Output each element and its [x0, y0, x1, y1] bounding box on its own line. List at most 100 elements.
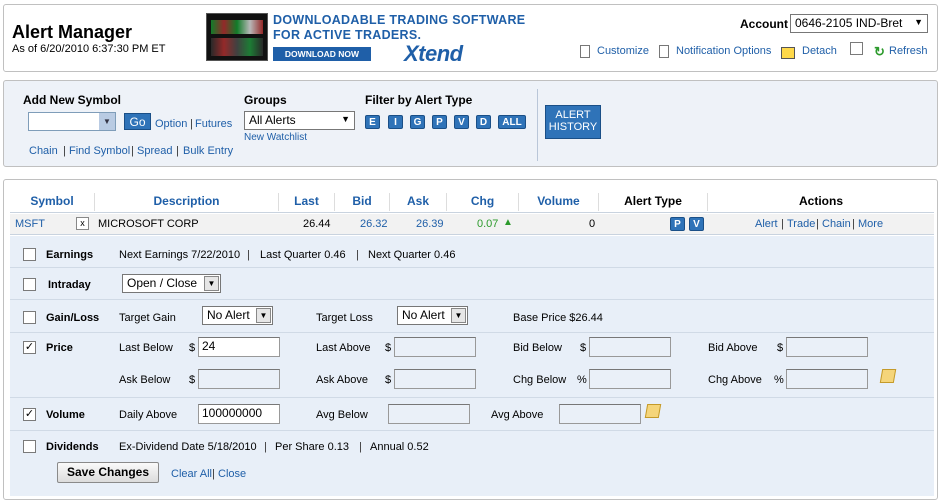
- bid-cell[interactable]: 26.32: [360, 218, 388, 230]
- customize-label: Customize: [597, 45, 649, 57]
- dollar-sign: $: [580, 342, 587, 354]
- filter-d-button[interactable]: D: [476, 115, 491, 129]
- last-quarter-text: Last Quarter 0.46: [260, 249, 346, 261]
- alert-action-link[interactable]: Alert: [755, 218, 778, 230]
- ask-below-input[interactable]: [198, 369, 280, 389]
- clear-all-link[interactable]: Clear All: [171, 468, 212, 480]
- daily-above-label: Daily Above: [119, 409, 178, 421]
- detach-checkbox[interactable]: [850, 42, 863, 55]
- col-last[interactable]: Last: [279, 191, 334, 212]
- col-description[interactable]: Description: [95, 191, 278, 212]
- chg-cell: 0.07: [477, 218, 499, 230]
- intraday-select[interactable]: Open / Close ▼: [122, 274, 221, 293]
- ask-cell[interactable]: 26.39: [416, 218, 444, 230]
- volume-label: Volume: [46, 409, 85, 421]
- volume-checkbox[interactable]: ✓: [23, 408, 36, 421]
- alert-history-button[interactable]: ALERT HISTORY: [545, 105, 601, 139]
- dollar-sign: $: [189, 342, 196, 354]
- ad-banner[interactable]: DOWNLOADABLE TRADING SOFTWARE FOR ACTIVE…: [204, 11, 525, 66]
- intraday-select-value: Open / Close: [127, 276, 198, 290]
- filter-i-button[interactable]: I: [388, 115, 403, 129]
- chevron-down-icon: ▼: [256, 308, 271, 323]
- daily-above-input[interactable]: 100000000: [198, 404, 280, 424]
- save-changes-button[interactable]: Save Changes: [57, 462, 159, 483]
- refresh-label: Refresh: [889, 45, 928, 57]
- price-checkbox[interactable]: ✓: [23, 341, 36, 354]
- chg-above-input[interactable]: [786, 369, 868, 389]
- dollar-sign: $: [777, 342, 784, 354]
- last-above-input[interactable]: [394, 337, 476, 357]
- divider: |: [190, 118, 193, 130]
- intraday-checkbox[interactable]: [23, 278, 36, 291]
- col-volume[interactable]: Volume: [519, 191, 598, 212]
- alert-details: Earnings Next Earnings 7/22/2010 | Last …: [10, 236, 934, 496]
- bid-above-input[interactable]: [786, 337, 868, 357]
- bid-below-input[interactable]: [589, 337, 671, 357]
- filter-v-button[interactable]: V: [454, 115, 469, 129]
- dollar-sign: $: [189, 374, 196, 386]
- more-action-link[interactable]: More: [858, 218, 883, 230]
- symbol-link[interactable]: MSFT: [15, 218, 45, 230]
- price-row: ✓ Price Last Below $ 24 Last Above $ Bid…: [10, 334, 934, 398]
- filter-g-button[interactable]: G: [410, 115, 425, 129]
- spread-link[interactable]: Spread: [137, 145, 172, 157]
- futures-link[interactable]: Futures: [195, 118, 232, 130]
- chg-below-label: Chg Below: [513, 374, 567, 386]
- dividends-checkbox[interactable]: [23, 440, 36, 453]
- percent-sign: %: [774, 374, 784, 386]
- divider: |: [359, 441, 362, 453]
- option-link[interactable]: Option: [155, 118, 187, 130]
- notification-options-label: Notification Options: [676, 45, 772, 57]
- ad-screen-image: [206, 13, 268, 61]
- col-symbol[interactable]: Symbol: [10, 191, 94, 212]
- chevron-down-icon[interactable]: ▼: [99, 113, 115, 130]
- ad-line1: DOWNLOADABLE TRADING SOFTWARE: [273, 13, 526, 27]
- filter-all-button[interactable]: ALL: [498, 115, 526, 129]
- col-bid[interactable]: Bid: [335, 191, 389, 212]
- chain-action-link[interactable]: Chain: [822, 218, 851, 230]
- go-button[interactable]: Go: [124, 113, 151, 130]
- col-actions: Actions: [798, 194, 843, 208]
- alert-type-v-badge[interactable]: V: [689, 217, 704, 231]
- chg-below-input[interactable]: [589, 369, 671, 389]
- bulk-entry-link[interactable]: Bulk Entry: [183, 145, 233, 157]
- edit-note-icon[interactable]: [644, 404, 662, 418]
- account-select[interactable]: 0646-2105 IND-Bret ▼: [790, 14, 928, 33]
- col-chg[interactable]: Chg: [447, 191, 518, 212]
- divider: |: [781, 218, 784, 230]
- bid-above-label: Bid Above: [708, 342, 758, 354]
- target-gain-select[interactable]: No Alert ▼: [202, 306, 273, 325]
- ad-download-button[interactable]: DOWNLOAD NOW: [273, 47, 371, 61]
- avg-below-input[interactable]: [388, 404, 470, 424]
- ex-dividend-text: Ex-Dividend Date 5/18/2010: [119, 441, 257, 453]
- close-link[interactable]: Close: [218, 468, 246, 480]
- chain-link[interactable]: Chain: [29, 145, 58, 157]
- filter-e-button[interactable]: E: [365, 115, 380, 129]
- last-below-input[interactable]: 24: [198, 337, 280, 357]
- find-symbol-link[interactable]: Find Symbol: [69, 145, 130, 157]
- divider: |: [176, 145, 179, 157]
- filter-p-button[interactable]: P: [432, 115, 447, 129]
- divider: |: [131, 145, 134, 157]
- table-header: Symbol Description Last Bid Ask Chg Volu…: [10, 191, 934, 213]
- avg-above-label: Avg Above: [491, 409, 544, 421]
- earnings-checkbox[interactable]: [23, 248, 36, 261]
- avg-above-input[interactable]: [559, 404, 641, 424]
- detach-label: Detach: [802, 45, 837, 57]
- remove-symbol-button[interactable]: x: [76, 217, 89, 230]
- detach-icon: [781, 47, 795, 59]
- divider: |: [212, 468, 215, 480]
- col-ask[interactable]: Ask: [390, 191, 446, 212]
- alert-type-p-badge[interactable]: P: [670, 217, 685, 231]
- gainloss-checkbox[interactable]: [23, 311, 36, 324]
- trade-action-link[interactable]: Trade: [787, 218, 815, 230]
- ask-above-input[interactable]: [394, 369, 476, 389]
- ad-brand-logo: Xtend: [404, 41, 463, 66]
- target-loss-select[interactable]: No Alert ▼: [397, 306, 468, 325]
- last-cell: 26.44: [303, 218, 331, 230]
- symbol-input[interactable]: ▼: [28, 112, 116, 131]
- new-watchlist-link[interactable]: New Watchlist: [244, 132, 307, 143]
- groups-select[interactable]: All Alerts ▼: [244, 111, 355, 130]
- table-row[interactable]: MSFT x MICROSOFT CORP 26.44 26.32 26.39 …: [10, 214, 934, 235]
- edit-note-icon[interactable]: [879, 369, 897, 383]
